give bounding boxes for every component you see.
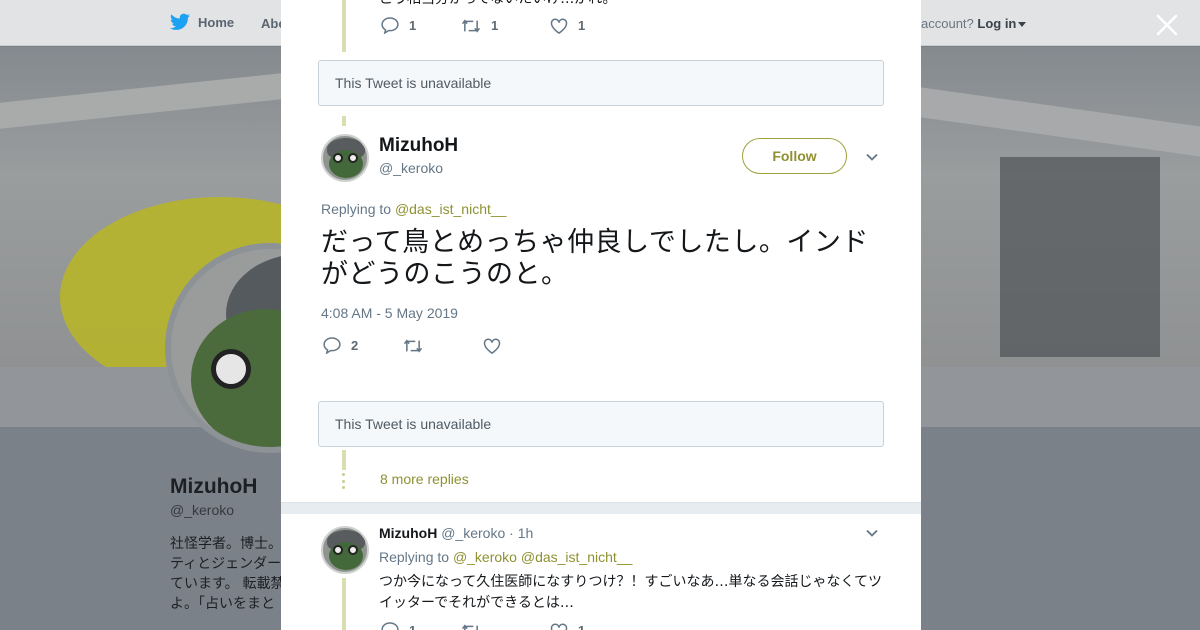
retweet-button[interactable]: 1 xyxy=(461,18,550,34)
reply-tweet-text: つか今になって久住医師になすりつけ？！すごいなあ…単なる会話じゃなくてツイッター… xyxy=(379,574,883,611)
reply-count: 1 xyxy=(409,18,417,33)
like-count: 1 xyxy=(578,623,585,630)
heart-icon xyxy=(550,18,568,34)
reply-author[interactable]: MizuhoH @_keroko · 1h xyxy=(379,525,533,541)
main-tweet-actions: 2 xyxy=(323,337,511,354)
chevron-down-icon[interactable] xyxy=(865,150,879,164)
replying-to-link[interactable]: @_keroko xyxy=(453,549,517,565)
reply-icon xyxy=(381,17,399,34)
replying-prefix: Replying to xyxy=(321,201,392,217)
thread-line xyxy=(342,116,346,126)
more-replies-link[interactable]: 8 more replies xyxy=(380,471,469,487)
author-handle[interactable]: @_keroko xyxy=(379,160,443,176)
login-link[interactable]: Log in xyxy=(977,16,1016,31)
replying-to-link[interactable]: @das_ist_nicht__ xyxy=(395,201,507,217)
reply-button[interactable]: 2 xyxy=(323,337,403,354)
reply-icon xyxy=(381,622,399,630)
account-area: account? Log in xyxy=(921,16,1027,31)
close-icon[interactable] xyxy=(1155,13,1179,37)
top-tweet-text: こう相当分かってないたいけ…がれ。 xyxy=(379,0,616,8)
reply-author-handle: @_keroko xyxy=(441,525,506,541)
reply-button[interactable]: 1 xyxy=(381,17,461,34)
caret-down-icon[interactable] xyxy=(1018,22,1027,28)
retweet-icon xyxy=(461,18,481,33)
replying-prefix: Replying to xyxy=(379,549,450,565)
heart-icon xyxy=(483,338,501,354)
like-button[interactable]: 1 xyxy=(550,623,585,630)
section-separator xyxy=(281,502,921,514)
home-nav-link[interactable]: Home xyxy=(170,13,234,31)
tweet-text: だって鳥とめっちゃ仲良しでしたし。インドがどうのこうのと。 xyxy=(321,227,869,290)
retweet-icon xyxy=(403,338,423,353)
retweet-count: 1 xyxy=(491,18,499,33)
tweet-thread-modal: こう相当分かってないたいけ…がれ。 1 1 1 This Tweet is un… xyxy=(281,0,921,630)
reply-time[interactable]: · 1h xyxy=(509,525,533,541)
reply-count: 2 xyxy=(351,338,359,353)
author-name[interactable]: MizuhoH xyxy=(379,135,458,157)
thread-line xyxy=(342,450,346,470)
retweet-button[interactable] xyxy=(403,338,483,354)
home-label: Home xyxy=(198,14,235,30)
retweet-button[interactable] xyxy=(461,623,550,630)
more-replies-dots xyxy=(342,473,346,489)
profile-bio: 社怪学者。博士。ティとジェンダーています。 転載禁よ。「占いをまと xyxy=(170,535,285,611)
tweet-unavailable-notice: This Tweet is unavailable xyxy=(318,401,884,447)
avatar[interactable] xyxy=(321,526,369,574)
reply-icon xyxy=(323,337,341,354)
twitter-bird-icon xyxy=(170,13,190,30)
tweet-unavailable-notice: This Tweet is unavailable xyxy=(318,60,884,106)
chevron-down-icon[interactable] xyxy=(865,526,879,540)
reply-count: 1 xyxy=(409,623,416,630)
account-prompt: account? xyxy=(921,16,974,31)
tweet-timestamp[interactable]: 4:08 AM - 5 May 2019 xyxy=(321,305,458,321)
like-button[interactable] xyxy=(483,338,511,354)
like-count: 1 xyxy=(578,18,586,33)
replying-to-link[interactable]: @das_ist_nicht__ xyxy=(521,549,633,565)
replying-to-line: Replying to @das_ist_nicht__ xyxy=(321,201,506,217)
reply-button[interactable]: 1 xyxy=(381,622,461,630)
follow-button[interactable]: Follow xyxy=(742,138,847,174)
retweet-icon xyxy=(461,623,478,630)
avatar[interactable] xyxy=(321,134,369,182)
like-button[interactable]: 1 xyxy=(550,18,585,34)
reply-replying-to-line: Replying to @_keroko @das_ist_nicht__ xyxy=(379,549,632,565)
profile-handle: @_keroko xyxy=(170,502,235,518)
heart-icon xyxy=(550,623,568,630)
thread-line xyxy=(342,578,346,630)
thread-line xyxy=(342,0,346,52)
reply-author-name: MizuhoH xyxy=(379,525,438,541)
reply-tweet-actions: 1 1 xyxy=(381,622,585,630)
top-tweet-actions: 1 1 1 xyxy=(381,17,585,34)
profile-name: MizuhoH xyxy=(170,475,258,498)
